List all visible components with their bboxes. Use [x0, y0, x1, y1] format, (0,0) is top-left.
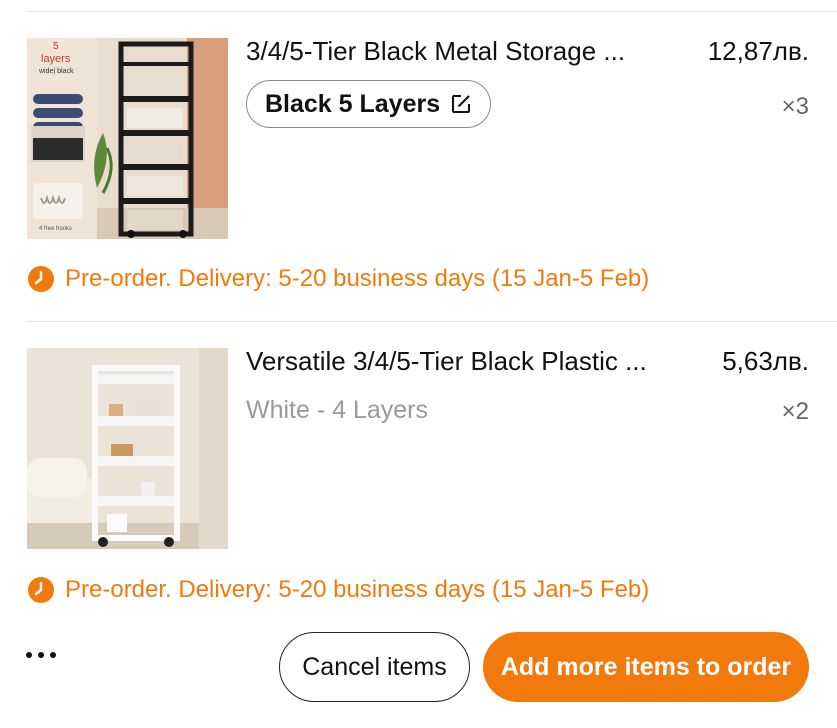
variant-label: White - 4 Layers	[246, 396, 429, 424]
product-image-black-shelf[interactable]: 5 layers wide| black 4 free hooks	[27, 38, 228, 239]
preorder-notice: Pre-order. Delivery: 5-20 business days …	[27, 265, 649, 293]
add-more-items-button[interactable]: Add more items to order	[483, 632, 809, 702]
product-image-white-cart[interactable]	[27, 348, 228, 549]
quantity: ×2	[781, 398, 809, 425]
item-divider	[26, 321, 837, 322]
quantity: ×3	[781, 93, 809, 120]
order-actions-bar: Cancel items Add more items to order	[0, 632, 837, 702]
image-caption-hooks: 4 free hooks	[39, 226, 73, 232]
variant-selector[interactable]: Black 5 Layers	[246, 80, 492, 128]
white-cart-illustration	[27, 348, 228, 549]
product-price: 5,63лв.	[722, 346, 809, 376]
edit-icon	[450, 93, 472, 115]
product-title[interactable]: Versatile 3/4/5-Tier Black Plastic ...	[246, 346, 671, 377]
product-title[interactable]: 3/4/5-Tier Black Metal Storage ...	[246, 36, 671, 67]
image-caption-layers: layers	[41, 53, 71, 65]
clock-icon	[27, 265, 55, 293]
image-caption-number: 5	[53, 41, 59, 52]
variant-label: Black 5 Layers	[265, 89, 441, 118]
preorder-notice: Pre-order. Delivery: 5-20 business days …	[27, 576, 649, 604]
preorder-text: Pre-order. Delivery: 5-20 business days …	[65, 576, 650, 603]
more-options-icon[interactable]	[26, 652, 56, 658]
cancel-items-button[interactable]: Cancel items	[279, 632, 470, 702]
product-price: 12,87лв.	[707, 36, 809, 66]
clock-icon	[27, 576, 55, 604]
image-caption-sub: wide| black	[39, 68, 74, 75]
preorder-text: Pre-order. Delivery: 5-20 business days …	[65, 265, 650, 292]
top-divider	[26, 11, 837, 12]
